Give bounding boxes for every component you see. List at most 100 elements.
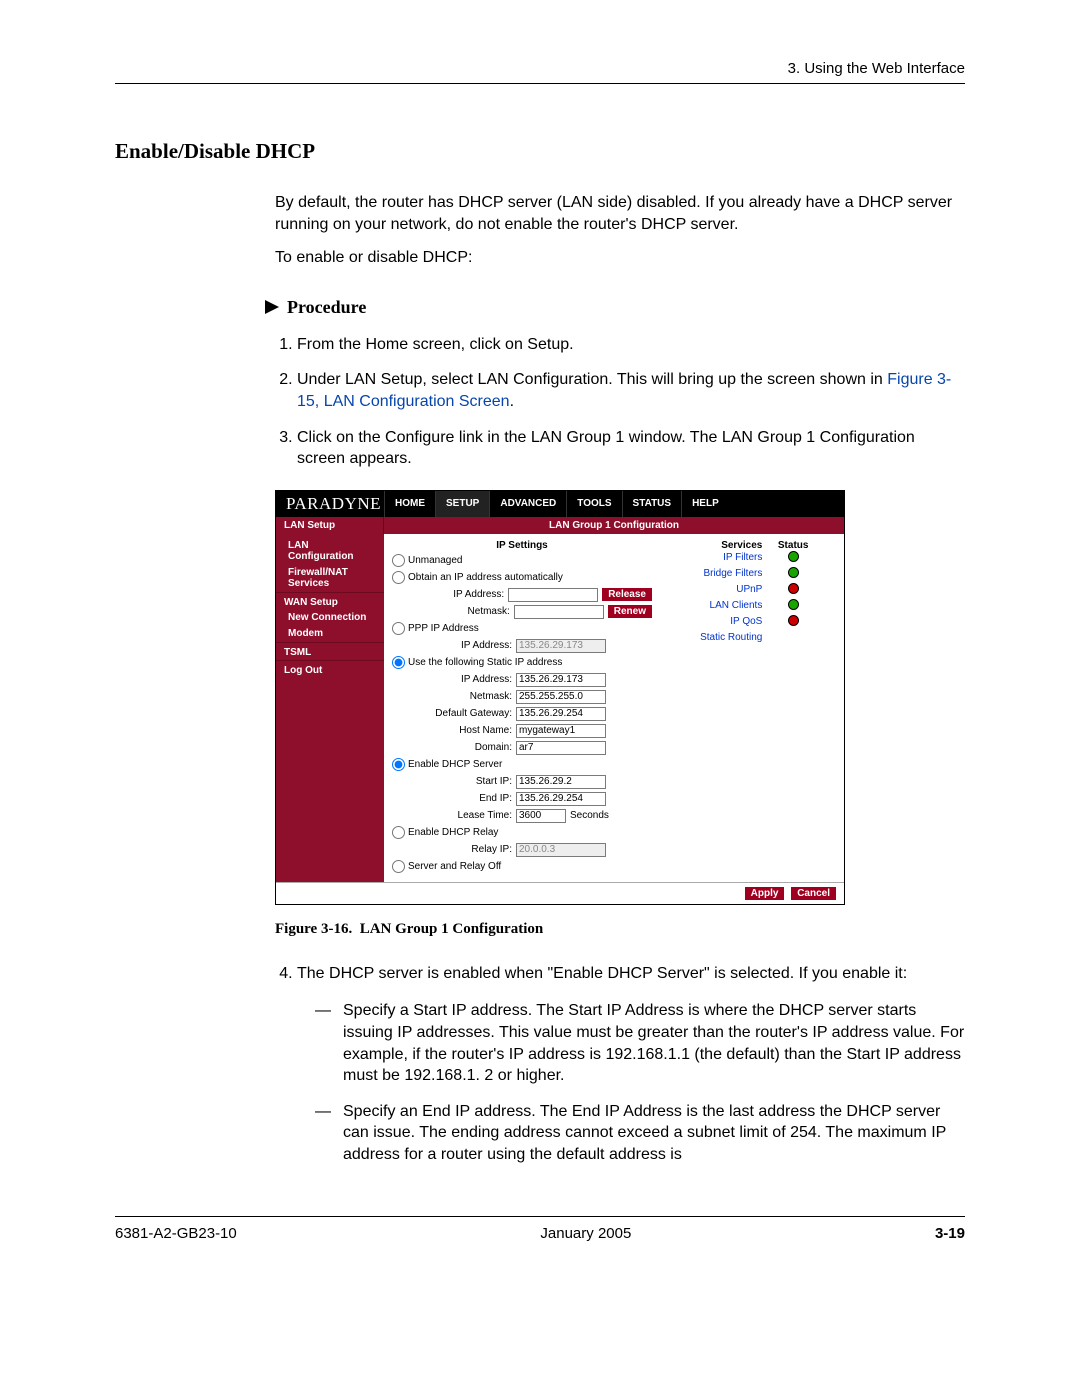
ip-settings-title: IP Settings (392, 540, 652, 551)
ipaddr-input[interactable] (508, 588, 598, 602)
renew-button[interactable]: Renew (608, 605, 652, 618)
gw-input[interactable] (516, 707, 606, 721)
static-ip-input[interactable] (516, 673, 606, 687)
netmask-input[interactable] (514, 605, 604, 619)
step-2: Under LAN Setup, select LAN Configuratio… (297, 369, 965, 412)
sidebar-head-tsml[interactable]: TSML (276, 642, 384, 660)
substep-b: Specify an End IP address. The End IP Ad… (343, 1101, 965, 1166)
router-ui: PARADYNE HOME SETUP ADVANCED TOOLS STATU… (275, 490, 845, 905)
status-dot-icon (788, 599, 799, 610)
lease-label: Lease Time: (392, 810, 516, 821)
sidebar-item-modem[interactable]: Modem (276, 626, 384, 642)
dash-icon: — (315, 1101, 343, 1166)
ip-settings-column: IP Settings Unmanaged Obtain an IP addre… (392, 540, 652, 876)
svc-ipfilters[interactable]: IP Filters (668, 551, 768, 567)
section-title: Enable/Disable DHCP (115, 139, 965, 164)
substep-a: Specify a Start IP address. The Start IP… (343, 1000, 965, 1086)
sub-steps: —Specify a Start IP address. The Start I… (315, 1000, 965, 1165)
nav-advanced[interactable]: ADVANCED (489, 491, 566, 517)
figure-caption-text: LAN Group 1 Configuration (360, 921, 544, 937)
brand-logo: PARADYNE (276, 491, 384, 517)
domain-label: Domain: (392, 742, 516, 753)
router-bottombar: Apply Cancel (276, 882, 844, 904)
static-nm-label: Netmask: (392, 691, 516, 702)
host-label: Host Name: (392, 725, 516, 736)
router-topbar: PARADYNE HOME SETUP ADVANCED TOOLS STATU… (276, 491, 844, 517)
sidebar-item-logout[interactable]: Log Out (276, 660, 384, 678)
radio-ppp[interactable] (392, 622, 405, 635)
static-label: Use the following Static IP address (408, 657, 562, 668)
status-dot-icon (788, 583, 799, 594)
figure-container: PARADYNE HOME SETUP ADVANCED TOOLS STATU… (275, 490, 845, 938)
step-1: From the Home screen, click on Setup. (297, 334, 965, 356)
apply-button[interactable]: Apply (745, 887, 785, 900)
footer-left: 6381-A2-GB23-10 (115, 1225, 237, 1242)
startip-input[interactable] (516, 775, 606, 789)
router-sidebar: LAN Configuration Firewall/NAT Services … (276, 534, 384, 882)
router-subbar: LAN Setup LAN Group 1 Configuration (276, 517, 844, 534)
step-3: Click on the Configure link in the LAN G… (297, 427, 965, 470)
intro-p1: By default, the router has DHCP server (… (275, 192, 965, 235)
lease-input[interactable] (516, 809, 566, 823)
relayip-label: Relay IP: (392, 844, 516, 855)
services-column: Services Status IP Filters Bridge Filter… (668, 540, 818, 876)
header-rule (115, 83, 965, 84)
subbar-title: LAN Group 1 Configuration (384, 517, 844, 534)
nav-home[interactable]: HOME (384, 491, 435, 517)
lease-suffix: Seconds (570, 810, 609, 821)
procedure-steps: From the Home screen, click on Setup. Un… (275, 334, 965, 470)
startip-label: Start IP: (392, 776, 516, 787)
radio-off[interactable] (392, 860, 405, 873)
netmask-label: Netmask: (392, 606, 514, 617)
router-content: IP Settings Unmanaged Obtain an IP addre… (384, 534, 844, 882)
radio-static[interactable] (392, 656, 405, 669)
svc-lanclients[interactable]: LAN Clients (668, 599, 768, 615)
endip-input[interactable] (516, 792, 606, 806)
procedure-arrow-icon (265, 300, 279, 314)
radio-enable-relay[interactable] (392, 826, 405, 839)
host-input[interactable] (516, 724, 606, 738)
chapter-header: 3. Using the Web Interface (115, 60, 965, 77)
gw-label: Default Gateway: (392, 708, 516, 719)
sidebar-item-lan-config[interactable]: LAN Configuration (276, 538, 384, 565)
dash-icon: — (315, 1000, 343, 1086)
svc-upnp[interactable]: UPnP (668, 583, 768, 599)
sidebar-item-firewall[interactable]: Firewall/NAT Services (276, 565, 384, 592)
release-button[interactable]: Release (602, 588, 652, 601)
status-dot-icon (788, 615, 799, 626)
obtain-label: Obtain an IP address automatically (408, 572, 563, 583)
status-head: Status (768, 540, 818, 551)
status-dot-icon (788, 551, 799, 562)
ppp-ip-input (516, 639, 606, 653)
off-label: Server and Relay Off (408, 861, 501, 872)
radio-enable-dhcp[interactable] (392, 758, 405, 771)
radio-unmanaged[interactable] (392, 554, 405, 567)
subbar-section: LAN Setup (276, 517, 384, 534)
unmanaged-label: Unmanaged (408, 555, 462, 566)
nav-tools[interactable]: TOOLS (566, 491, 621, 517)
nav-status[interactable]: STATUS (622, 491, 682, 517)
radio-obtain[interactable] (392, 571, 405, 584)
enable-dhcp-label: Enable DHCP Server (408, 759, 502, 770)
enable-relay-label: Enable DHCP Relay (408, 827, 498, 838)
services-head: Services (668, 540, 768, 551)
static-ip-label: IP Address: (392, 674, 516, 685)
svc-staticrouting[interactable]: Static Routing (668, 631, 768, 645)
status-dot-icon (788, 567, 799, 578)
svc-bridgefilters[interactable]: Bridge Filters (668, 567, 768, 583)
nav-help[interactable]: HELP (681, 491, 729, 517)
domain-input[interactable] (516, 741, 606, 755)
intro-p2: To enable or disable DHCP: (275, 247, 965, 269)
endip-label: End IP: (392, 793, 516, 804)
step-4: The DHCP server is enabled when "Enable … (297, 963, 965, 985)
nav-setup[interactable]: SETUP (435, 491, 489, 517)
sidebar-head-wan: WAN Setup (276, 592, 384, 610)
step-2-text-a: Under LAN Setup, select LAN Configuratio… (297, 371, 887, 388)
figure-number: Figure 3-16. (275, 921, 352, 937)
cancel-button[interactable]: Cancel (791, 887, 836, 900)
footer-center: January 2005 (540, 1225, 631, 1242)
relayip-input (516, 843, 606, 857)
svc-ipqos[interactable]: IP QoS (668, 615, 768, 631)
sidebar-item-newconn[interactable]: New Connection (276, 610, 384, 626)
static-nm-input[interactable] (516, 690, 606, 704)
